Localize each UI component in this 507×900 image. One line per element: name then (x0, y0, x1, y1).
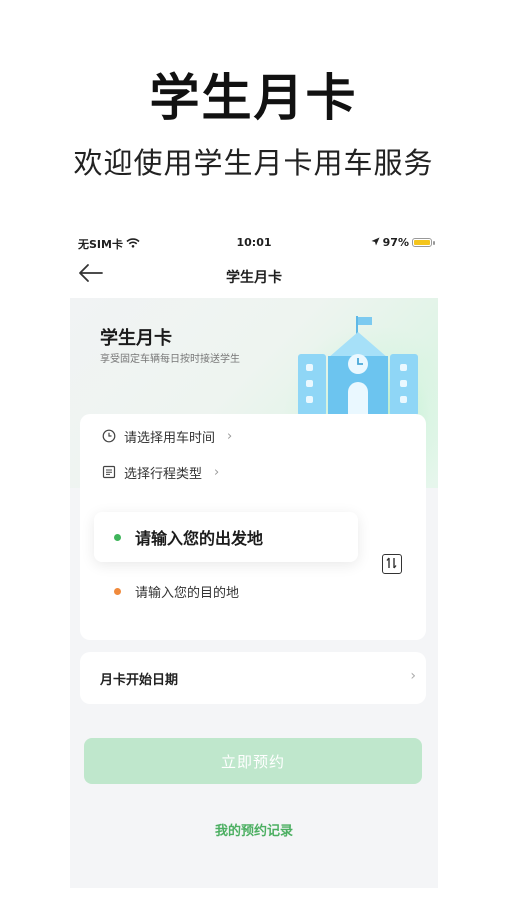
status-bar: 无SIM卡 10:01 97% (70, 236, 438, 254)
swap-button[interactable] (382, 554, 402, 574)
battery-percent: 97% (382, 236, 409, 249)
origin-placeholder: 请输入您的出发地 (135, 529, 264, 548)
trip-card: 请选择用车时间 › 选择行程类型 › 请输入您的出发地 请输入您的目的地 (80, 414, 426, 640)
book-now-button[interactable]: 立即预约 (84, 738, 422, 784)
trip-type-option[interactable]: 选择行程类型 › (102, 460, 219, 484)
battery-level (414, 240, 430, 245)
hero-subtitle: 享受固定车辆每日按时接送学生 (100, 354, 240, 365)
promo-subtitle: 欢迎使用学生月卡用车服务 (73, 146, 434, 180)
trip-type-label: 选择行程类型 (124, 466, 203, 482)
origin-dot (114, 533, 121, 541)
nav-title: 学生月卡 (226, 270, 282, 286)
chevron-right-icon: › (214, 464, 220, 480)
swap-vertical-icon (386, 557, 397, 569)
nav-bar: 学生月卡 (70, 262, 438, 290)
chevron-right-icon: › (227, 428, 233, 444)
origin-input[interactable]: 请输入您的出发地 (94, 512, 358, 562)
chevron-right-icon: › (410, 668, 416, 684)
location-arrow-icon (371, 236, 380, 249)
destination-input[interactable]: 请输入您的目的地 (114, 582, 239, 601)
clock-icon (102, 429, 116, 443)
destination-dot (114, 588, 121, 595)
school-building-icon (298, 316, 418, 416)
start-date-row[interactable]: 月卡开始日期 › (80, 652, 426, 704)
phone-screen: 无SIM卡 10:01 97% 学生月卡 学生月卡 享受固定车辆每日按时接送学生… (70, 228, 438, 888)
booking-records-link[interactable]: 我的预约记录 (70, 820, 438, 839)
top-bar: 无SIM卡 10:01 97% 学生月卡 (70, 228, 438, 298)
hero-title: 学生月卡 (100, 328, 172, 349)
promo-title: 学生月卡 (149, 69, 358, 127)
destination-placeholder: 请输入您的目的地 (135, 586, 240, 601)
start-date-label: 月卡开始日期 (100, 673, 179, 688)
time-option[interactable]: 请选择用车时间 › (102, 424, 232, 448)
battery-icon (412, 238, 435, 247)
time-option-label: 请选择用车时间 (124, 430, 216, 446)
list-icon (102, 465, 116, 479)
